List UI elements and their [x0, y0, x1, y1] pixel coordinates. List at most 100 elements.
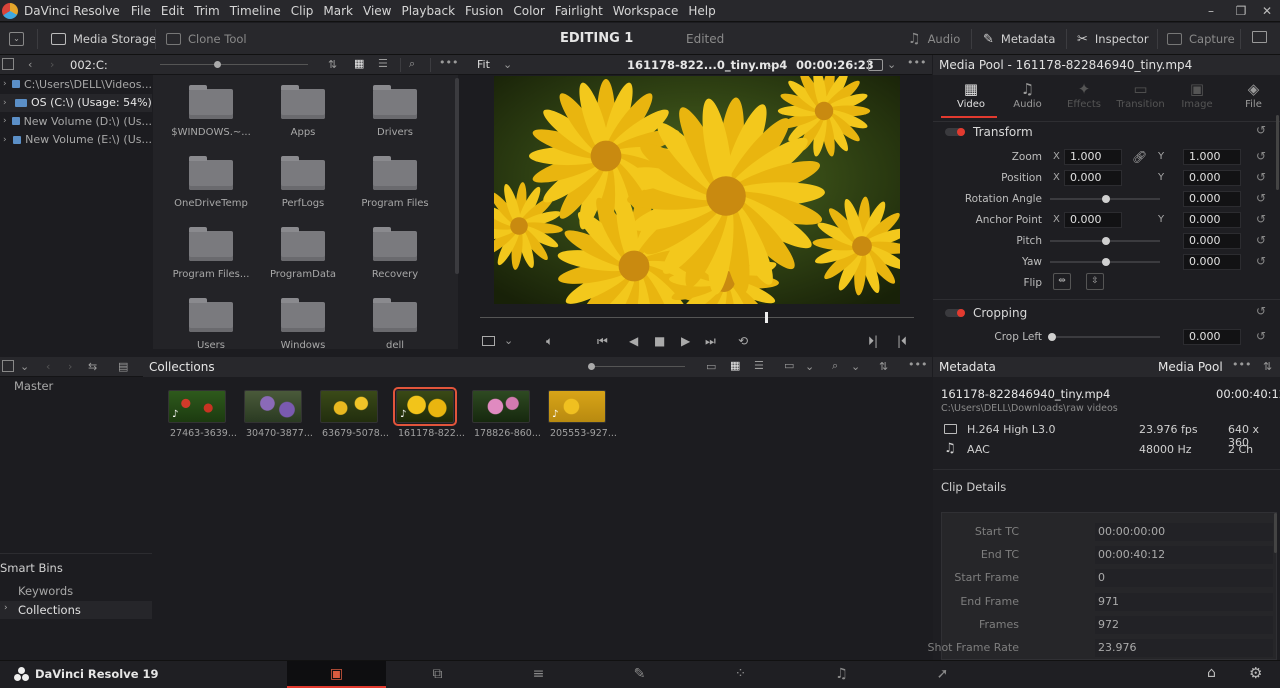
stop-icon[interactable]: ■ [654, 334, 665, 348]
folder-scrollbar[interactable] [455, 78, 459, 274]
clip-detail-value[interactable]: 00:00:00:00 [1095, 523, 1273, 541]
capture-button[interactable]: Capture [1167, 23, 1235, 55]
reset-icon[interactable]: ↺ [1254, 149, 1268, 163]
cropping-toggle[interactable] [945, 309, 965, 317]
strip-view-icon[interactable]: ▭ [706, 360, 716, 373]
menu-color[interactable]: Color [508, 0, 549, 22]
more-options-icon[interactable]: ••• [908, 358, 927, 371]
zoom-select[interactable]: Fit [477, 55, 490, 75]
mark-in-icon[interactable]: ⏵︎| [868, 334, 878, 348]
folder-item[interactable]: ProgramData [259, 219, 347, 280]
clip-detail-value[interactable]: 971 [1095, 592, 1273, 611]
go-to-end-icon[interactable]: ⏭︎ [705, 334, 716, 348]
metadata-source[interactable]: Media Pool [1158, 357, 1223, 377]
playhead[interactable] [765, 312, 769, 323]
transform-toggle[interactable] [945, 128, 965, 136]
folder-item[interactable]: dell [351, 290, 439, 349]
list-view-icon[interactable]: ☰ [754, 359, 764, 372]
cropping-section[interactable]: Cropping ↺ [933, 302, 1280, 324]
settings-gear-icon[interactable]: ⚙ [1249, 664, 1262, 682]
audio-button[interactable]: ♫ Audio [908, 23, 960, 55]
folder-item[interactable]: $WINDOWS.~... [167, 77, 255, 138]
crop-left-field[interactable]: 0.000 [1183, 329, 1241, 345]
forward-icon[interactable]: › [68, 360, 72, 373]
cut-page-icon[interactable]: ⧉ [388, 661, 487, 688]
clip-detail-value[interactable]: 23.976 [1095, 639, 1273, 657]
clip-name[interactable]: 161178-822...0_tiny.mp4 [627, 55, 787, 75]
clip-view-icon[interactable]: ▭ [784, 359, 794, 372]
clip-thumbnail[interactable]: 63679-5078... [320, 390, 389, 439]
viewer-mode-icon[interactable] [482, 336, 495, 346]
chevron-down-icon[interactable]: ⌄ [887, 58, 896, 71]
chevron-down-icon[interactable]: ⌄ [805, 360, 814, 373]
list-view-icon[interactable]: ☰ [378, 57, 388, 70]
tab-audio[interactable]: ♫ Audio [1000, 79, 1056, 110]
chevron-down-icon[interactable]: ⌄ [503, 58, 512, 71]
folder-item[interactable]: Apps [259, 77, 347, 138]
workspace-toggle-icon[interactable]: ⌄ [9, 32, 24, 46]
position-x-field[interactable]: 0.000 [1064, 170, 1122, 186]
link-icon[interactable]: 🔗︎ [1132, 147, 1147, 167]
forward-icon[interactable]: › [50, 58, 54, 71]
deliver-page-icon[interactable]: ➚ [893, 661, 992, 688]
tab-image[interactable]: ▣ Image [1169, 79, 1225, 110]
yaw-field[interactable]: 0.000 [1183, 254, 1241, 270]
chevron-down-icon[interactable]: ⌄ [765, 58, 774, 71]
storage-tree-item[interactable]: › OS (C:\) (Usage: 54%) [0, 93, 152, 112]
clip-thumbnail[interactable]: ♪ 27463-3639... [168, 390, 237, 439]
reset-icon[interactable]: ↺ [1254, 212, 1268, 226]
more-options-icon[interactable]: ••• [907, 56, 926, 69]
grid-view-icon[interactable]: ▦ [354, 57, 364, 70]
zoom-x-field[interactable]: 1.000 [1064, 149, 1122, 165]
tab-effects[interactable]: ✦ Effects [1056, 79, 1112, 110]
reset-icon[interactable]: ↺ [1254, 191, 1268, 205]
storage-tree-item[interactable]: › New Volume (E:\) (Us... [0, 131, 152, 150]
inspector-scrollbar[interactable] [1276, 115, 1279, 190]
pitch-slider[interactable] [1050, 237, 1160, 245]
flip-vertical-icon[interactable]: ⇳ [1086, 273, 1104, 290]
panel-toggle-icon[interactable] [2, 58, 14, 70]
clip-thumbnail[interactable]: ♪ 161178-822... [393, 387, 465, 439]
edit-page-icon[interactable]: ≡ [489, 661, 588, 688]
more-options-icon[interactable]: ••• [439, 56, 458, 69]
sort-icon[interactable]: ⇅ [328, 58, 337, 71]
chevron-down-icon[interactable]: ⌄ [20, 360, 29, 373]
menu-workspace[interactable]: Workspace [608, 0, 684, 22]
metadata-button[interactable]: ✎ Metadata [983, 23, 1055, 55]
metadata-scrollbar[interactable] [1274, 513, 1277, 553]
anchor-x-field[interactable]: 0.000 [1064, 212, 1122, 228]
smart-bin-collections[interactable]: › Collections [0, 601, 152, 619]
reset-icon[interactable]: ↺ [1254, 329, 1268, 343]
sync-icon[interactable]: ⇆ [88, 360, 97, 373]
thumbnail-size-slider[interactable] [160, 61, 308, 68]
search-icon[interactable]: ⌕ [832, 359, 838, 373]
reset-icon[interactable]: ↺ [1254, 304, 1268, 318]
menu-view[interactable]: View [358, 0, 396, 22]
menu-file[interactable]: File [126, 0, 156, 22]
menu-timeline[interactable]: Timeline [225, 0, 286, 22]
menu-playback[interactable]: Playback [396, 0, 460, 22]
clip-detail-value[interactable]: 0 [1095, 569, 1273, 588]
folder-item[interactable]: Program Files [351, 148, 439, 209]
anchor-y-field[interactable]: 0.000 [1183, 212, 1241, 228]
reset-icon[interactable]: ↺ [1254, 254, 1268, 268]
fairlight-page-icon[interactable]: ♫ [792, 661, 891, 688]
close-icon[interactable]: ✕ [1252, 0, 1280, 22]
storage-tree-item[interactable]: › C:\Users\DELL\Videos... [0, 75, 152, 94]
transform-section[interactable]: Transform ↺ [933, 121, 1280, 143]
rotation-field[interactable]: 0.000 [1183, 191, 1241, 207]
folder-item[interactable]: Program Files... [167, 219, 255, 280]
flip-horizontal-icon[interactable]: ⇹ [1053, 273, 1071, 290]
menu-edit[interactable]: Edit [156, 0, 189, 22]
storage-tree-item[interactable]: › New Volume (D:\) (Us... [0, 112, 152, 131]
menu-fusion[interactable]: Fusion [460, 0, 508, 22]
minimize-icon[interactable]: – [1196, 0, 1226, 22]
play-icon[interactable]: ▶ [681, 334, 690, 348]
scrubber-bar[interactable] [480, 317, 914, 318]
clip-thumbnail[interactable]: ♪ 205553-927... [548, 390, 617, 439]
yaw-slider[interactable] [1050, 258, 1160, 266]
thumbnail-size-slider[interactable] [588, 363, 685, 370]
panel-toggle-icon[interactable] [2, 360, 14, 372]
clip-thumbnail[interactable]: 178826-860... [472, 390, 541, 439]
menu-fairlight[interactable]: Fairlight [550, 0, 608, 22]
